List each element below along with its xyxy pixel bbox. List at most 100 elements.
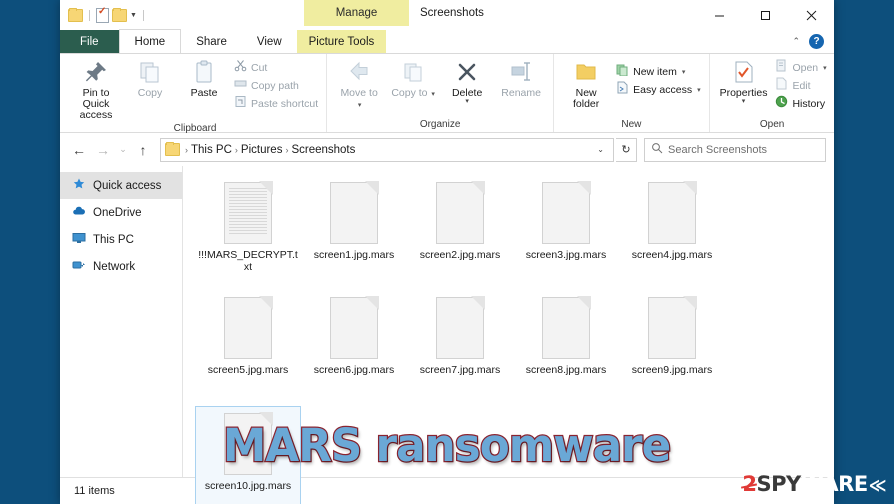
list-item-label: screen4.jpg.mars	[631, 249, 713, 261]
list-item[interactable]: screen1.jpg.mars	[301, 176, 407, 291]
breadcrumb[interactable]: › This PC › Pictures › Screenshots ⌄	[160, 137, 614, 162]
ribbon-group-open-label: Open	[759, 119, 785, 130]
file-list-view[interactable]: !!!MARS_DECRYPT.txt screen1.jpg.mars scr…	[183, 166, 834, 504]
delete-chevron-down-icon[interactable]: ▾	[465, 98, 469, 105]
breadcrumb-folder-icon	[165, 142, 180, 156]
scissors-icon	[234, 59, 247, 77]
copy-path-label: Copy path	[251, 79, 299, 92]
copy-path-button[interactable]: Copy path	[231, 77, 321, 94]
sidebar-item-this-pc-label: This PC	[93, 233, 134, 246]
copy-path-icon	[234, 77, 247, 95]
up-arrow-icon[interactable]: ↑	[132, 139, 154, 161]
list-item-label: screen8.jpg.mars	[525, 364, 607, 376]
new-item-chevron-down-icon[interactable]: ▾	[682, 68, 686, 76]
breadcrumb-item-pictures[interactable]: Pictures	[241, 144, 283, 156]
list-item[interactable]: !!!MARS_DECRYPT.txt	[195, 176, 301, 291]
blank-document-icon	[542, 181, 591, 244]
paste-shortcut-button[interactable]: Paste shortcut	[231, 95, 321, 112]
move-to-button[interactable]: Move to ▾	[332, 57, 386, 111]
breadcrumb-chevron-down-icon[interactable]: ⌄	[592, 145, 609, 154]
open-small-commands: Open ▾ Edit History	[772, 57, 829, 112]
tab-share[interactable]: Share	[181, 30, 242, 53]
paste-icon	[191, 57, 217, 87]
open-icon	[775, 59, 788, 77]
list-item[interactable]: screen2.jpg.mars	[407, 176, 513, 291]
brand-part1: SPY	[756, 472, 801, 496]
sidebar-item-onedrive[interactable]: OneDrive	[60, 199, 182, 226]
cloud-icon	[72, 204, 86, 221]
brand-logo-2spyware: 2 SPY WARE ≪	[742, 472, 886, 496]
sidebar-item-quick-access[interactable]: Quick access	[60, 172, 182, 199]
easy-access-chevron-down-icon[interactable]: ▾	[697, 86, 701, 94]
ribbon-right-controls: ⌃ ?	[792, 30, 834, 53]
easy-access-button[interactable]: Easy access ▾	[613, 81, 703, 98]
search-input[interactable]: Search Screenshots	[644, 137, 826, 162]
pin-to-quick-access-button[interactable]: Pin to Quick access	[69, 57, 123, 121]
new-item-icon	[616, 63, 629, 81]
new-folder-button[interactable]: New folder	[559, 57, 613, 110]
text-document-icon	[224, 181, 273, 244]
copy-to-button[interactable]: Copy to ▾	[386, 57, 440, 100]
brand-part2: WARE	[800, 472, 869, 496]
sidebar-item-network[interactable]: Network	[60, 253, 182, 280]
window-title: Screenshots	[420, 0, 484, 26]
file-grid: !!!MARS_DECRYPT.txt screen1.jpg.mars scr…	[195, 176, 828, 504]
list-item-selected[interactable]: screen10.jpg.mars	[195, 406, 301, 504]
ribbon-collapse-chevron-up-icon[interactable]: ⌃	[792, 36, 800, 47]
tab-file[interactable]: File	[60, 30, 119, 53]
list-item[interactable]: screen6.jpg.mars	[301, 291, 407, 406]
list-item[interactable]: screen8.jpg.mars	[513, 291, 619, 406]
qat-properties-icon[interactable]	[96, 6, 109, 23]
breadcrumb-item-this-pc[interactable]: This PC	[191, 144, 232, 156]
paste-button[interactable]: Paste	[177, 57, 231, 99]
open-button[interactable]: Open ▾	[772, 59, 829, 76]
easy-access-label: Easy access	[633, 83, 693, 96]
tab-picture-tools[interactable]: Picture Tools	[296, 30, 387, 53]
properties-button[interactable]: Properties ▾	[715, 57, 773, 105]
qat-divider	[89, 9, 90, 21]
list-item[interactable]: screen4.jpg.mars	[619, 176, 725, 291]
tab-view[interactable]: View	[241, 30, 297, 53]
copy-to-chevron-down-icon[interactable]: ▾	[431, 91, 435, 98]
sidebar-item-this-pc[interactable]: This PC	[60, 226, 182, 253]
recent-locations-chevron-down-icon[interactable]: ⌄	[116, 139, 130, 161]
move-to-chevron-down-icon[interactable]: ▾	[358, 102, 362, 109]
cut-button[interactable]: Cut	[231, 59, 321, 76]
new-item-button[interactable]: New item ▾	[613, 63, 703, 80]
list-item[interactable]: screen3.jpg.mars	[513, 176, 619, 291]
edit-button[interactable]: Edit	[772, 77, 829, 94]
window-title-text: Screenshots	[420, 7, 484, 19]
paste-shortcut-label: Paste shortcut	[251, 97, 319, 110]
tab-home[interactable]: Home	[118, 29, 182, 53]
copy-button[interactable]: Copy	[123, 57, 177, 99]
breadcrumb-item-screenshots[interactable]: Screenshots	[291, 144, 355, 156]
back-arrow-icon[interactable]: ←	[68, 139, 90, 161]
move-to-text: Move to	[340, 87, 378, 99]
list-item[interactable]: screen5.jpg.mars	[195, 291, 301, 406]
copy-to-icon	[400, 57, 426, 87]
rename-icon	[508, 57, 534, 87]
close-button[interactable]	[788, 0, 834, 30]
ribbon-tab-strip: File Home Share View Picture Tools ⌃ ?	[60, 29, 834, 54]
forward-arrow-icon[interactable]: →	[92, 139, 114, 161]
cut-label: Cut	[251, 61, 268, 74]
help-button[interactable]: ?	[809, 34, 824, 49]
delete-button[interactable]: Delete ▾	[440, 57, 494, 105]
refresh-icon[interactable]: ↻	[616, 137, 637, 162]
copy-to-label: Copy to ▾	[391, 88, 435, 100]
qat-folder-icon[interactable]	[68, 7, 83, 22]
properties-chevron-down-icon[interactable]: ▾	[742, 98, 746, 105]
open-chevron-down-icon[interactable]: ▾	[823, 64, 827, 72]
rename-button[interactable]: Rename	[494, 57, 548, 99]
minimize-button[interactable]	[696, 0, 742, 30]
blank-document-icon	[330, 296, 379, 359]
new-folder-label: New folder	[572, 87, 600, 110]
ribbon-group-open: Properties ▾ Open ▾ Edit History Open	[710, 54, 834, 132]
list-item-label: screen9.jpg.mars	[631, 364, 713, 376]
list-item[interactable]: screen9.jpg.mars	[619, 291, 725, 406]
qat-customize-chevron-down-icon[interactable]: ▼	[130, 12, 137, 19]
maximize-button[interactable]	[742, 0, 788, 30]
history-button[interactable]: History	[772, 95, 829, 112]
qat-new-folder-icon[interactable]	[112, 7, 127, 22]
list-item[interactable]: screen7.jpg.mars	[407, 291, 513, 406]
